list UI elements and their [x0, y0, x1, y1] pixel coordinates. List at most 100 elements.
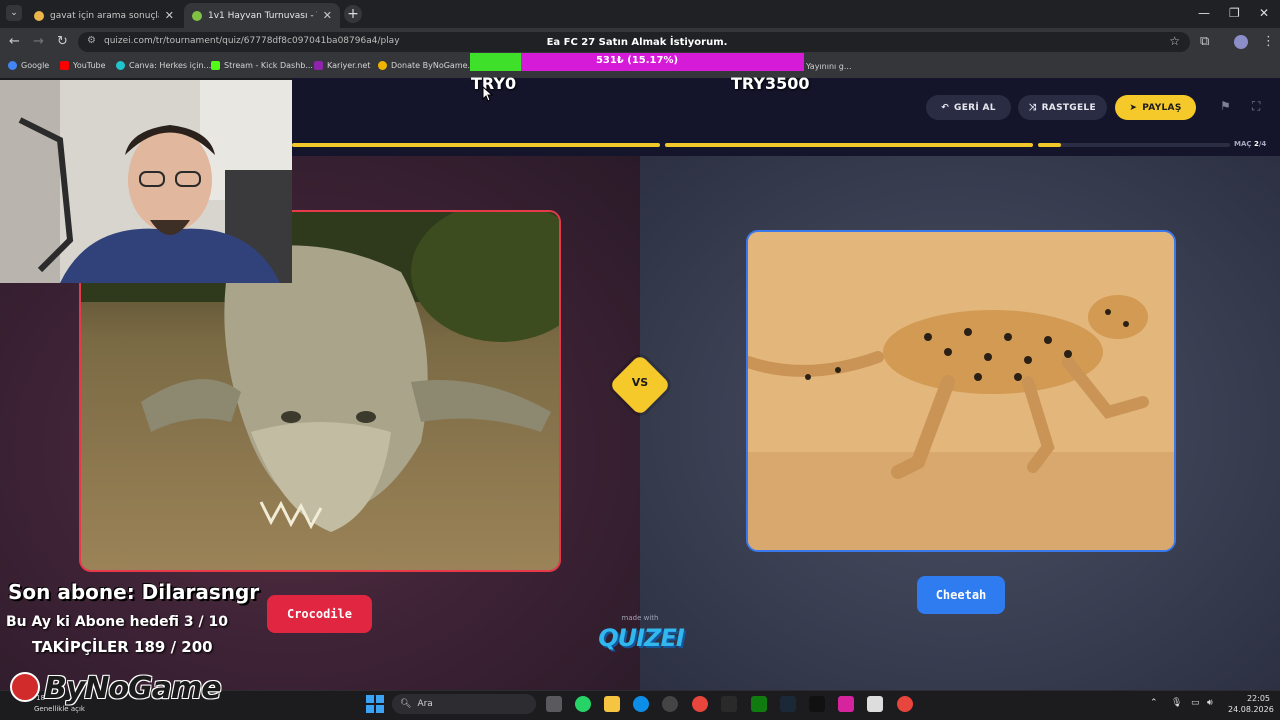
clock-date: 24.08.2026 — [1228, 705, 1274, 714]
donation-goal-title: Ea FC 27 Satın Almak İstiyorum. — [546, 37, 728, 48]
donation-goal-amount: TRY3500 — [731, 74, 810, 93]
kariyer-icon — [314, 61, 323, 70]
tray-overflow-icon[interactable]: ⌃ — [1150, 698, 1158, 708]
extensions-icon[interactable]: ⧉ — [1200, 34, 1209, 49]
forward-icon[interactable]: → — [33, 34, 44, 49]
streamer-webcam-illustration — [0, 80, 292, 283]
menu-icon[interactable]: ⋮ — [1262, 34, 1275, 49]
bookmark-overflow[interactable]: Yayınını g... — [806, 62, 851, 71]
screen: ⌄ gavat için arama sonuçları - Qu ✕ 1v1 … — [0, 0, 1280, 720]
tab-search-button[interactable]: ⌄ — [6, 5, 22, 21]
start-button[interactable] — [366, 695, 384, 713]
tab-label: 1v1 Hayvan Turnuvası - Tier Lis — [208, 10, 317, 21]
bynogame-icon — [378, 61, 387, 70]
volume-icon[interactable]: 🔊︎ — [1207, 698, 1213, 708]
bookmark-label: Google — [21, 61, 50, 70]
match-prefix: MAÇ — [1234, 140, 1252, 148]
site-info-icon[interactable]: ⚙ — [87, 35, 96, 46]
cheetah-image[interactable] — [746, 230, 1176, 552]
close-tab-icon[interactable]: ✕ — [165, 9, 174, 22]
browser-tab-strip: ⌄ gavat için arama sonuçları - Qu ✕ 1v1 … — [0, 0, 1280, 28]
whatsapp-icon[interactable] — [575, 696, 591, 712]
taskbar-search[interactable]: 🔍︎ Ara — [392, 694, 536, 714]
bookmark-canva[interactable]: Canva: Herkes için... — [116, 61, 211, 70]
monthly-sub-goal: Bu Ay ki Abone hedefi 3 / 10 — [6, 614, 228, 630]
progress-segment-fill — [665, 143, 1033, 147]
minimize-icon[interactable]: — — [1198, 6, 1210, 20]
edge-icon[interactable] — [633, 696, 649, 712]
capcut-icon[interactable] — [867, 696, 883, 712]
match-counter: MAÇ 2/4 — [1234, 140, 1266, 148]
system-clock[interactable]: 22:05 24.08.2026 — [1228, 693, 1274, 715]
chrome-active-icon[interactable] — [897, 696, 913, 712]
epic-games-icon[interactable] — [721, 696, 737, 712]
tab-label: gavat için arama sonuçları - Qu — [50, 10, 159, 21]
network-icon[interactable]: ▭ — [1191, 698, 1200, 708]
steam-icon[interactable] — [780, 696, 796, 712]
bookmark-google[interactable]: Google — [8, 61, 49, 70]
profile-avatar[interactable] — [1234, 35, 1248, 49]
last-subscriber: Son abone: Dilarasngr — [8, 580, 260, 604]
chrome-icon[interactable] — [692, 696, 708, 712]
quizei-logo[interactable]: QUIZEI — [596, 624, 686, 652]
bookmark-label: Kariyer.net — [327, 61, 371, 70]
tab-quiz[interactable]: 1v1 Hayvan Turnuvası - Tier Lis ✕ — [184, 3, 340, 28]
made-with-text: made with — [621, 614, 659, 622]
bookmark-kariyer[interactable]: Kariyer.net — [314, 61, 370, 70]
vs-label: VS — [631, 376, 649, 389]
random-label: RASTGELE — [1041, 102, 1096, 113]
search-favicon-icon — [34, 10, 44, 21]
file-explorer-icon[interactable] — [604, 696, 620, 712]
share-label: PAYLAŞ — [1142, 102, 1182, 113]
tab-search-results[interactable]: gavat için arama sonuçları - Qu ✕ — [26, 3, 182, 28]
cheetah-illustration — [748, 232, 1174, 550]
url-text: quizei.com/tr/tournament/quiz/67778df8c0… — [104, 36, 400, 46]
report-flag-icon[interactable]: ⚑ — [1220, 99, 1231, 113]
instagram-icon[interactable] — [838, 696, 854, 712]
search-placeholder: Ara — [417, 699, 433, 709]
xbox-icon[interactable] — [751, 696, 767, 712]
shuffle-icon: ⤨ — [1029, 102, 1037, 113]
search-icon: 🔍︎ — [400, 699, 412, 709]
reload-icon[interactable]: ↻ — [57, 34, 68, 49]
new-tab-button[interactable]: + — [344, 5, 362, 23]
match-total: /4 — [1258, 140, 1267, 148]
donation-progress-label: 531₺ (15.17%) — [595, 55, 679, 66]
bookmark-youtube[interactable]: YouTube — [60, 61, 106, 70]
close-window-icon[interactable]: ✕ — [1259, 6, 1269, 20]
task-view-icon[interactable] — [546, 696, 562, 712]
kick-icon — [211, 61, 220, 70]
microphone-icon[interactable]: 🎙︎ — [1171, 698, 1182, 708]
undo-button[interactable]: ↶ GERİ AL — [926, 95, 1011, 120]
fullscreen-icon[interactable]: ⛶ — [1252, 99, 1260, 114]
google-icon — [8, 61, 17, 70]
random-button[interactable]: ⤨ RASTGELE — [1018, 95, 1107, 120]
bookmark-kick[interactable]: Stream - Kick Dashb... — [211, 61, 313, 70]
settings-icon[interactable] — [662, 696, 678, 712]
mouse-cursor-icon — [482, 86, 494, 102]
weather-text[interactable]: Genellikle açık — [34, 705, 85, 713]
choice-right-button[interactable]: Cheetah — [917, 576, 1005, 614]
send-icon: ➤ — [1129, 102, 1138, 113]
bookmark-label: Canva: Herkes için... — [129, 61, 212, 70]
youtube-icon — [60, 61, 69, 70]
canva-icon — [116, 61, 125, 70]
maximize-icon[interactable]: ❐ — [1229, 6, 1240, 20]
close-tab-icon[interactable]: ✕ — [323, 9, 332, 22]
quizei-favicon-icon — [192, 10, 202, 21]
undo-label: GERİ AL — [954, 102, 996, 113]
follower-goal: TAKİPÇİLER 189 / 200 — [32, 638, 213, 656]
webcam-overlay — [0, 80, 292, 283]
tiktok-icon[interactable] — [809, 696, 825, 712]
share-button[interactable]: ➤ PAYLAŞ — [1115, 95, 1196, 120]
undo-icon: ↶ — [941, 102, 950, 113]
progress-segment-fill — [292, 143, 660, 147]
choice-left-button[interactable]: Crocodile — [267, 595, 372, 633]
bookmark-label: Stream - Kick Dashb... — [224, 61, 313, 70]
back-icon[interactable]: ← — [9, 34, 20, 49]
bookmark-star-icon[interactable]: ☆ — [1169, 34, 1180, 48]
progress-segment-fill — [1038, 143, 1061, 147]
progress-segment-track — [1038, 143, 1230, 147]
bookmark-label: YouTube — [73, 61, 106, 70]
bookmark-donate[interactable]: Donate ByNoGame... — [378, 61, 475, 70]
